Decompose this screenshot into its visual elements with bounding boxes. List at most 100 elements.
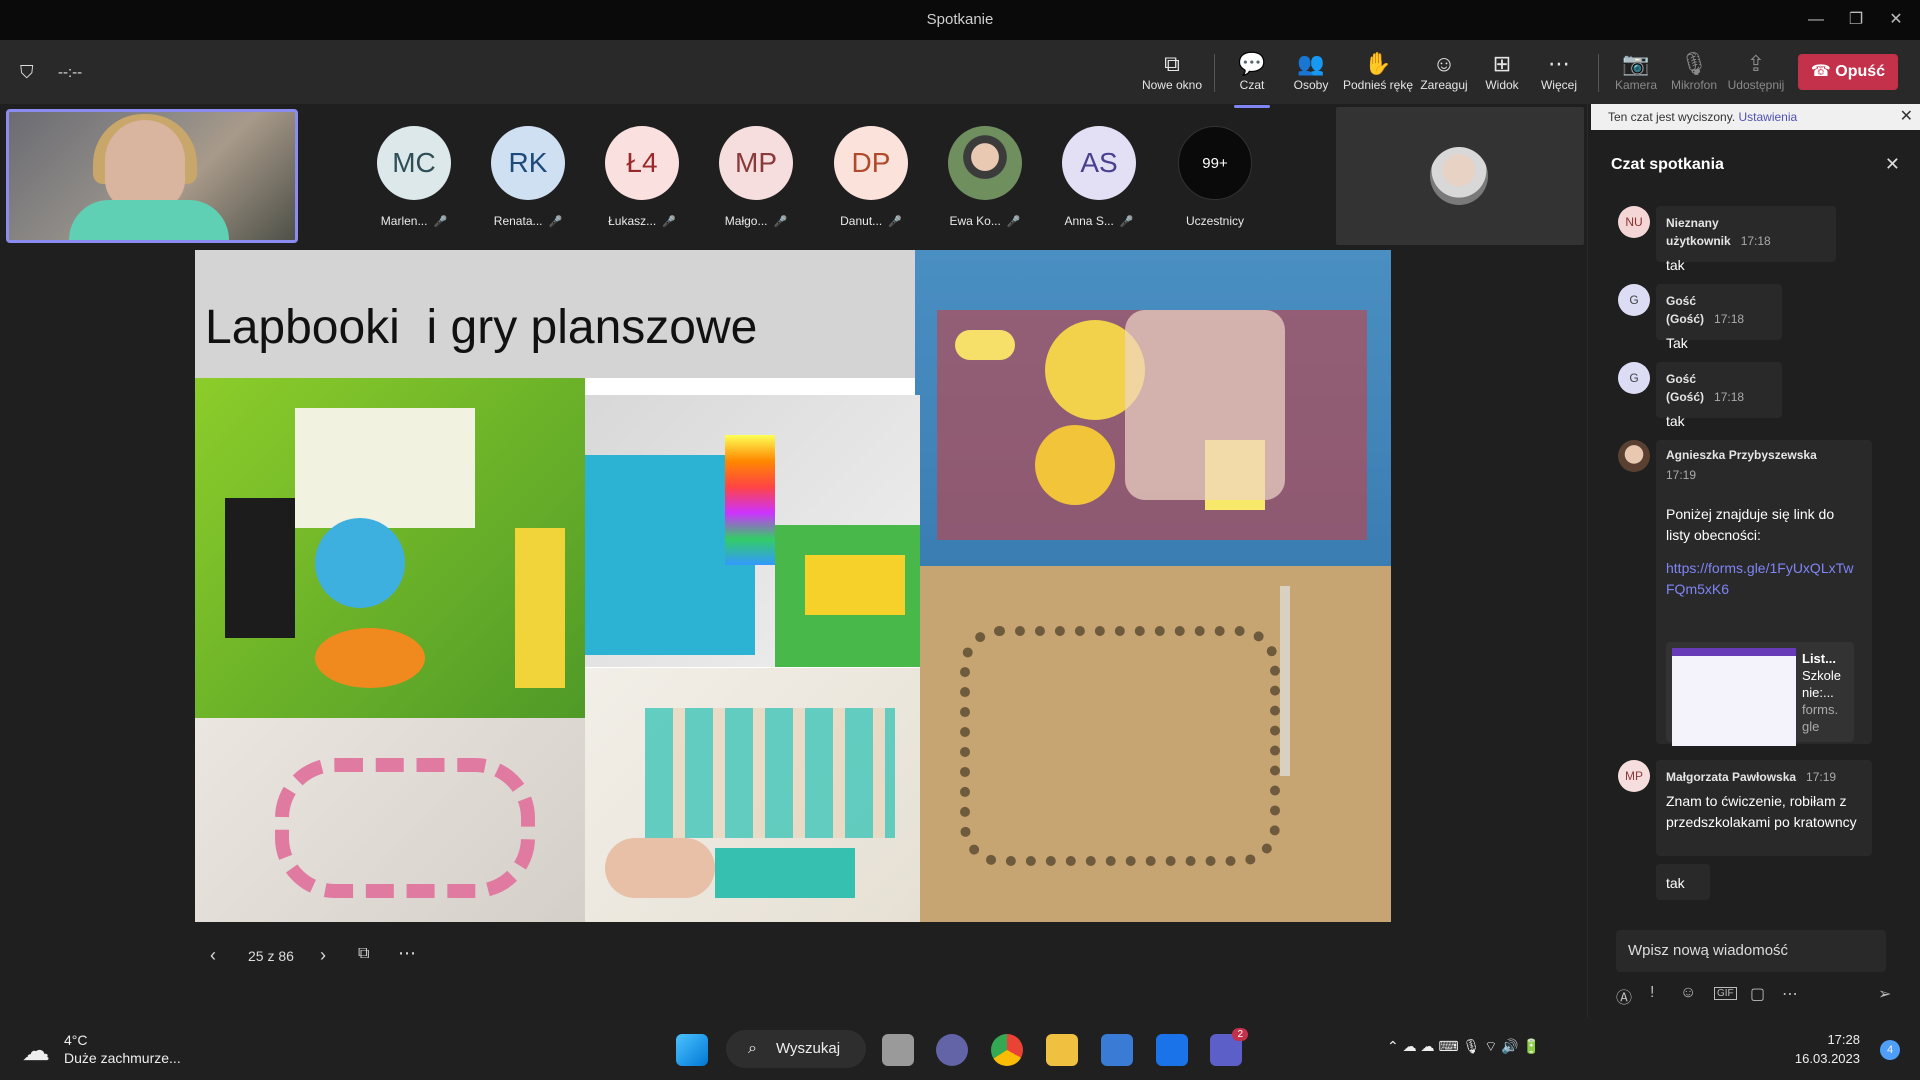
lapbook-photo-blue [915,250,1391,566]
chat-app-icon[interactable] [936,1034,968,1066]
priority-icon[interactable]: ! [1650,984,1654,1002]
chat-muted-banner: Ten czat jest wyciszony. Ustawienia ✕ [1591,104,1920,130]
self-video-tile[interactable] [6,109,298,243]
camera-button[interactable]: 📷 Kamera [1604,50,1668,100]
title-bar: Spotkanie — ❐ ✕ [0,0,1920,40]
chrome-icon[interactable] [991,1034,1023,1066]
avatar: RK [491,126,565,200]
minimize-button[interactable]: — [1796,8,1836,32]
sender-name: Gość (Gość) [1666,372,1705,404]
participant-tile[interactable]: Ewa Ko... 🎤 [935,126,1035,228]
task-view-icon[interactable] [882,1034,914,1066]
people-icon: 👥 [1297,51,1325,76]
participant-name: Łukasz... 🎤 [608,214,676,228]
mail-icon[interactable] [1156,1034,1188,1066]
teams-icon[interactable]: 2 [1210,1028,1248,1066]
meeting-timer: --:-- [58,64,83,81]
avatar: DP [834,126,908,200]
message-text: tak [1666,413,1685,429]
new-window-icon: ⧉ [1164,51,1180,76]
file-explorer-icon[interactable] [1046,1034,1078,1066]
participants-overflow[interactable]: 99+ Uczestnicy [1165,126,1265,228]
more-options-icon[interactable]: ⋯ [1782,984,1798,1004]
sticker-icon[interactable]: ▢ [1750,984,1765,1004]
close-chat-icon[interactable]: ✕ [1885,154,1900,175]
participant-tile[interactable]: DP Danut... 🎤 [821,126,921,228]
microphone-button[interactable]: 🎙 Mikrofon [1662,50,1726,100]
share-icon: ⇪ [1746,51,1766,76]
gif-icon[interactable]: GIF [1714,987,1737,1000]
send-icon[interactable]: ➢ [1878,984,1891,1004]
video-person-face [105,120,185,210]
presenter-tile[interactable] [1336,107,1584,245]
restore-button[interactable]: ❐ [1836,8,1876,32]
message-time: 17:18 [1714,312,1745,326]
search-icon: ⌕ [748,1040,757,1057]
clock[interactable]: 17:28 16.03.2023 [1770,1032,1860,1066]
participant-name: Małgo... 🎤 [724,214,788,228]
next-slide-button[interactable]: › [320,945,326,966]
prev-slide-button[interactable]: ‹ [210,945,216,966]
avatar: AS [1062,126,1136,200]
camera-label: Kamera [1614,78,1658,92]
camera-icon: 📷 [1622,51,1650,76]
participants-label: Uczestnicy [1185,214,1244,228]
message-compose-input[interactable]: Wpisz nową wiadomość [1616,930,1886,972]
avatar: NU [1618,206,1650,238]
taskbar-search[interactable]: ⌕ Wyszukaj [726,1030,866,1068]
compose-toolbar: Ⓐ ! ☺ GIF ▢ ⋯ ➢ [1616,984,1906,1010]
microphone-label: Mikrofon [1670,78,1717,92]
participant-tile[interactable]: MP Małgo... 🎤 [706,126,806,228]
participant-tile[interactable]: MC Marlen... 🎤 [364,126,464,228]
store-icon[interactable] [1101,1034,1133,1066]
slide-title: Lapbooki i gry planszowe [205,301,758,354]
participant-name: Renata... 🎤 [493,214,563,228]
microphone-icon: 🎙 [1680,51,1708,76]
leave-label: Opuść [1835,63,1886,80]
preview-domain: forms. gle [1802,702,1839,734]
slide-more-icon[interactable]: ⋯ [398,943,416,964]
attendance-link[interactable]: https://forms.gle/1FyUxQLxTwFQm5xK6 [1666,560,1854,597]
leave-button[interactable]: ☎ Opuść [1798,54,1898,90]
participant-name: Ewa Ko... 🎤 [949,214,1021,228]
tray-icons[interactable]: ⌃ ☁ ☁ ⌨ 🎙 ⌔ 🔊 🔋 [1387,1038,1540,1056]
more-icon: ⋯ [1548,51,1570,76]
share-button[interactable]: ⇪ Udostępnij [1724,50,1788,100]
mic-off-icon: 🎤 [662,216,676,228]
phone-icon: ☎ [1810,63,1836,80]
preview-thumbnail [1672,648,1796,746]
react-button[interactable]: ☺ Zareaguj [1412,50,1476,100]
slide-grid-icon[interactable]: ⧉ [358,945,369,963]
format-icon[interactable]: Ⓐ [1616,984,1632,1008]
new-window-label: Nowe okno [1141,78,1203,92]
new-window-button[interactable]: ⧉ Nowe okno [1140,50,1204,100]
teams-badge: 2 [1232,1028,1248,1041]
sender-name: Małgorzata Pawłowska [1666,770,1797,784]
close-window-button[interactable]: ✕ [1876,8,1916,32]
message-text: Znam to ćwiczenie, robiłam z przedszkola… [1666,793,1857,830]
link-preview-card[interactable]: List... Szkole nie:... forms. gle [1666,642,1854,746]
board-game-photo [920,566,1391,922]
emoji-icon[interactable]: ☺ [1680,984,1696,1002]
notification-badge[interactable]: 4 [1880,1040,1900,1060]
react-label: Zareaguj [1420,78,1468,92]
chat-button[interactable]: 💬 Czat [1220,50,1284,108]
view-button[interactable]: ⊞ Widok [1470,50,1534,100]
participant-tile[interactable]: RK Renata... 🎤 [478,126,578,228]
window-title: Spotkanie [926,11,994,28]
people-label: Osoby [1293,78,1329,92]
mic-off-icon: 🎤 [1119,216,1134,228]
participant-tile[interactable]: AS Anna S... 🎤 [1049,126,1149,228]
windows-start-icon[interactable] [676,1034,708,1066]
clock-date: 16.03.2023 [1794,1051,1860,1066]
raise-hand-button[interactable]: ✋ Podnieś rękę [1340,50,1416,100]
people-button[interactable]: 👥 Osoby [1279,50,1343,100]
message-time: 17:18 [1740,234,1771,248]
participant-tile[interactable]: Ł4 Łukasz... 🎤 [592,126,692,228]
settings-link[interactable]: Ustawienia [1739,110,1798,124]
shield-icon: ⛉ [20,62,34,82]
close-banner-icon[interactable]: ✕ [1900,104,1913,130]
more-button[interactable]: ⋯ Więcej [1527,50,1591,100]
chat-title: Czat spotkania [1611,156,1724,173]
taskbar: ☁ 4°C Duże zachmurze... ⌕ Wyszukaj 2 ⌃ ☁ … [0,1018,1920,1080]
